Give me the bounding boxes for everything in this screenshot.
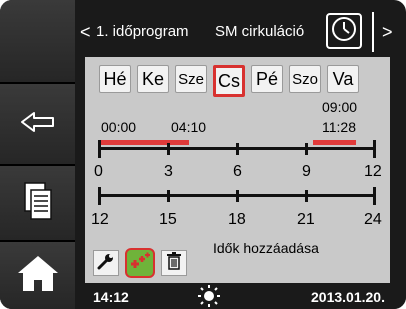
timeline-tick [236, 143, 239, 155]
timeline-tick [167, 190, 170, 202]
timeline-tick [305, 190, 308, 202]
sidebar-top-blank [0, 0, 75, 84]
timeline-tick [98, 187, 101, 205]
day-button-sun[interactable]: Va [327, 65, 359, 93]
trash-icon [166, 251, 182, 275]
time-period-bar-1[interactable] [99, 140, 189, 145]
time-period-bar-2[interactable] [313, 140, 356, 145]
status-bar: 14:12 2013.01.20. [75, 283, 406, 309]
day-button-sat[interactable]: Szo [289, 65, 321, 93]
scale-label: 15 [159, 211, 177, 228]
program-name: 1. időprogram [96, 23, 189, 40]
current-time: 14:12 [93, 289, 129, 305]
day-button-wed[interactable]: Sze [175, 65, 207, 93]
scale-label: 0 [94, 163, 103, 180]
timeline-tick [373, 187, 376, 205]
timeline-tick [305, 143, 308, 155]
sun-icon [197, 284, 221, 309]
copy-icon [23, 181, 53, 226]
day-button-thu[interactable]: Cs [213, 65, 245, 97]
back-arrow-icon [20, 111, 56, 138]
tool-bar [93, 248, 187, 278]
home-icon [15, 253, 61, 298]
period2-start-time: 09:00 [322, 99, 358, 115]
timeline-tick [236, 190, 239, 202]
day-button-fri[interactable]: Pé [251, 65, 283, 93]
wrench-icon [97, 252, 115, 275]
header-divider [372, 12, 374, 52]
current-date: 2013.01.20. [311, 289, 385, 305]
timeline-tick [167, 143, 170, 155]
add-times-label: Idők hozzáadása [213, 240, 319, 256]
header-bar: < 1. időprogram SM cirkuláció > [75, 8, 397, 56]
scale-label: 6 [233, 163, 242, 180]
mode-name: SM cirkuláció [215, 23, 305, 40]
next-program-button[interactable]: > [382, 22, 393, 43]
scale-label: 12 [91, 211, 109, 228]
delete-button[interactable] [161, 250, 187, 276]
prev-program-button[interactable]: < [80, 22, 91, 43]
sidebar [0, 0, 75, 309]
copy-button[interactable] [0, 166, 75, 242]
clock-icon [331, 16, 357, 46]
schedule-panel: Hé Ke Sze Cs Pé Szo Va 09:00 00:00 04:10… [85, 57, 390, 283]
device-screen: < 1. időprogram SM cirkuláció > Hé Ke Sz… [0, 0, 406, 309]
add-times-icon [128, 250, 152, 277]
back-button[interactable] [0, 84, 75, 166]
timeline-tick [373, 140, 376, 158]
scale-label: 21 [297, 211, 315, 228]
scale-label: 3 [164, 163, 173, 180]
home-button[interactable] [0, 242, 75, 309]
scale-label: 9 [302, 163, 311, 180]
period2-end-time: 11:28 [322, 119, 356, 135]
period1-end-time: 04:10 [171, 119, 207, 135]
period1-start-time: 00:00 [101, 119, 137, 135]
day-button-tue[interactable]: Ke [137, 65, 169, 93]
edit-button[interactable] [93, 250, 119, 276]
scale-label: 24 [364, 211, 382, 228]
day-button-mon[interactable]: Hé [99, 65, 131, 93]
day-selector: Hé Ke Sze Cs Pé Szo Va [99, 65, 359, 97]
scale-label: 12 [364, 163, 382, 180]
add-times-button[interactable] [125, 248, 155, 278]
scale-label: 18 [228, 211, 246, 228]
clock-button[interactable] [326, 13, 362, 49]
timeline-tick [98, 140, 101, 158]
